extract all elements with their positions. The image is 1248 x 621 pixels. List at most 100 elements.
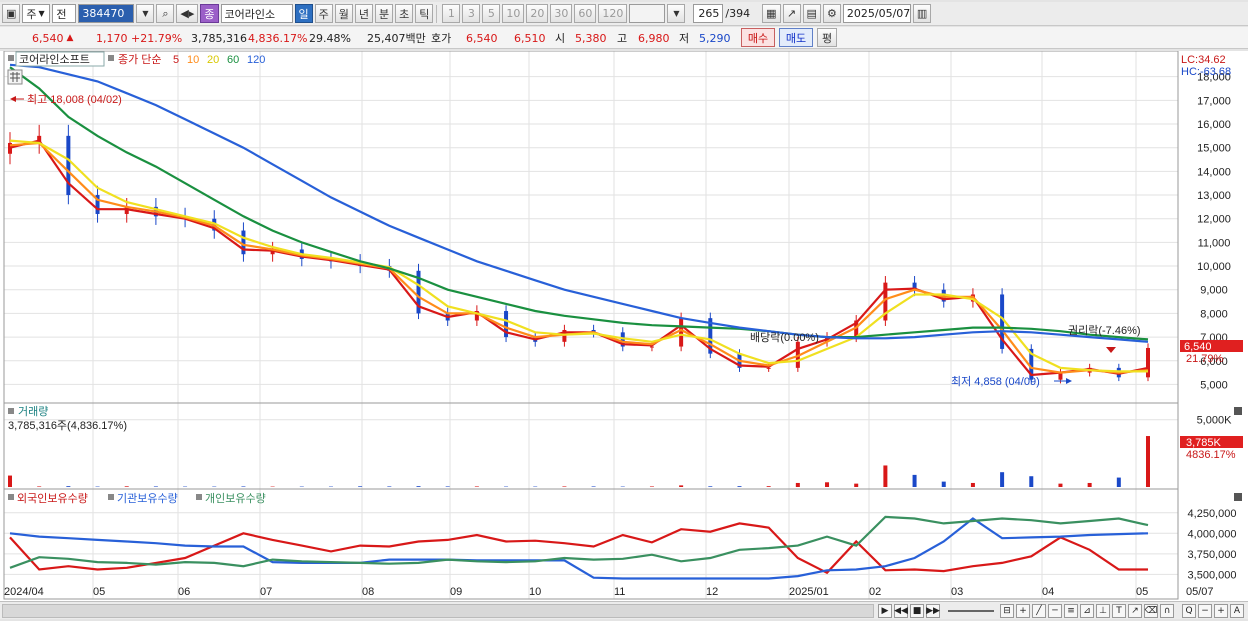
date-input[interactable]: 2025/05/07 <box>842 4 911 23</box>
hline-tool-icon[interactable]: ─ <box>1048 604 1062 618</box>
search-icon[interactable]: ⌕ <box>156 4 175 23</box>
measure-tool-icon[interactable]: ⊿ <box>1080 604 1094 618</box>
volume-info: 3,785,316주(4,836.17%) <box>8 420 127 432</box>
toolbar-top: ▣ 주 ▼ 전 384470 ▼ ⌕ ◀▸ 종 코어라인소 일 주 월 년 분 초… <box>0 2 1248 26</box>
flat-button[interactable]: 평 <box>817 28 837 47</box>
stock-name-text: 코어라인소 <box>224 7 276 21</box>
code-input[interactable]: 384470 <box>78 4 135 23</box>
draw-tool-icon[interactable]: ↗ <box>782 4 801 23</box>
volume-title: 거래량 <box>18 405 48 418</box>
period-day-button[interactable]: 일 <box>294 4 313 23</box>
volume-bar <box>562 486 567 487</box>
magnet-icon[interactable]: ∩ <box>1160 604 1174 618</box>
scroll-track[interactable] <box>2 604 874 618</box>
interval-label: 20 <box>530 7 545 20</box>
last-page-icon[interactable]: ▶▶ <box>926 604 940 618</box>
crosshair-icon[interactable]: + <box>1016 604 1030 618</box>
interval-dropdown-icon[interactable]: ▼ <box>667 4 686 23</box>
legend-ma5: 5 <box>173 54 179 66</box>
code-dropdown-icon[interactable]: ▼ <box>136 4 155 23</box>
total-count: /394 <box>725 7 751 20</box>
period-minute-button[interactable]: 분 <box>375 4 394 23</box>
sell-button[interactable]: 매도 <box>779 28 813 47</box>
save-icon[interactable]: ▤ <box>802 4 821 23</box>
erase-tool-icon[interactable]: ⌫ <box>1144 604 1158 618</box>
time-tick-label: 2025/01 <box>789 586 829 598</box>
arrow-tool-icon[interactable]: ↗ <box>1128 604 1142 618</box>
interval-60-button[interactable]: 60 <box>574 4 597 23</box>
zoom-slider[interactable] <box>948 610 994 612</box>
rights-annotation: 권리락(-7.46%) <box>1068 324 1141 337</box>
interval-custom-input[interactable] <box>629 4 666 23</box>
price-change-pct: +21.79% <box>131 27 182 49</box>
open-price: 5,380 <box>575 27 607 49</box>
grid-icon[interactable]: ▦ <box>762 4 781 23</box>
hc-label: HC:-63.68 <box>1181 66 1231 78</box>
interval-3-button[interactable]: 3 <box>462 4 481 23</box>
text-tool-icon[interactable]: T <box>1112 604 1126 618</box>
ruler-tool-icon[interactable]: ⊥ <box>1096 604 1110 618</box>
price-text: 6,540 <box>32 31 64 45</box>
code-value: 384470 <box>82 7 125 20</box>
current-pct-text: 21.79% <box>1186 353 1224 365</box>
bid2: 6,510 <box>514 27 546 49</box>
time-tick-label: 02 <box>869 586 881 598</box>
candle-body <box>241 230 246 255</box>
chart-menu-icon[interactable]: ▣ <box>2 4 21 23</box>
period-tick-button[interactable]: 틱 <box>415 4 434 23</box>
price-tick-label: 5,000 <box>1200 379 1228 391</box>
zoom-reset-icon[interactable]: Q <box>1182 604 1196 618</box>
fib-tool-icon[interactable]: ≡ <box>1064 604 1078 618</box>
volume-bar <box>912 474 917 487</box>
interval-5-button[interactable]: 5 <box>482 4 501 23</box>
interval-30-button[interactable]: 30 <box>550 4 573 23</box>
time-tick-label: 2024/04 <box>4 586 44 598</box>
stock-chart[interactable]: 18,00017,00016,00015,00014,00013,00012,0… <box>0 51 1248 601</box>
period-week-button[interactable]: 주 <box>314 4 333 23</box>
scroll-right-icon[interactable]: ▶ <box>878 604 892 618</box>
low-text: 5,290 <box>699 31 731 45</box>
interval-1-button[interactable]: 1 <box>442 4 461 23</box>
volume-bar <box>1000 472 1005 487</box>
pane-close-icon[interactable] <box>1234 493 1242 501</box>
high-label-text: 고 <box>617 32 628 45</box>
period-month-button[interactable]: 월 <box>334 4 353 23</box>
calendar-icon[interactable]: ▥ <box>912 4 932 23</box>
font-size-icon[interactable]: A <box>1230 604 1244 618</box>
stop-icon[interactable]: ■ <box>910 604 924 618</box>
period-second-button[interactable]: 초 <box>395 4 414 23</box>
type-select[interactable]: 전 <box>52 4 77 23</box>
interval-20-button[interactable]: 20 <box>526 4 549 23</box>
price-tick-label: 14,000 <box>1197 166 1231 178</box>
zoom-out-icon[interactable]: − <box>1198 604 1212 618</box>
market-select[interactable]: 주 ▼ <box>22 4 51 23</box>
gear-icon[interactable]: ⚙ <box>822 4 841 23</box>
volume-bar <box>1087 482 1092 487</box>
stock-name: 코어라인소 <box>220 4 293 23</box>
zoom-in-icon[interactable]: + <box>1214 604 1228 618</box>
volume-bar <box>737 486 742 487</box>
period-year-button[interactable]: 년 <box>354 4 374 23</box>
volume-bar <box>795 482 800 487</box>
table-icon[interactable] <box>7 69 23 85</box>
chart-scrollbar[interactable]: ▶ ◀◀ ■ ▶▶ ⊟ + ╱ ─ ≡ ⊿ ⊥ T ↗ ⌫ ∩ Q − + A <box>0 601 1248 619</box>
price-tick-label: 16,000 <box>1197 119 1231 131</box>
interval-120-button[interactable]: 120 <box>598 4 628 23</box>
volume-bar <box>766 486 771 487</box>
pane-close-icon[interactable] <box>1234 407 1242 415</box>
speaker-icon[interactable]: ◀▸ <box>176 4 199 23</box>
turnover: 29.48% <box>309 27 351 49</box>
interval-10-button[interactable]: 10 <box>502 4 525 23</box>
buy-button[interactable]: 매수 <box>741 28 775 47</box>
count-input[interactable]: 265 <box>693 4 724 23</box>
volume-bar <box>970 482 975 487</box>
time-tick-label: 04 <box>1042 586 1054 598</box>
trend-tool-icon[interactable]: ╱ <box>1032 604 1046 618</box>
zoom-tool-icon[interactable]: ⊟ <box>1000 604 1014 618</box>
low-label-text: 저 <box>679 32 690 45</box>
badge-text: 종 <box>204 7 215 21</box>
time-tick-label: 05 <box>93 586 105 598</box>
volume-bar <box>358 486 363 487</box>
divider <box>436 4 438 23</box>
first-page-icon[interactable]: ◀◀ <box>894 604 908 618</box>
